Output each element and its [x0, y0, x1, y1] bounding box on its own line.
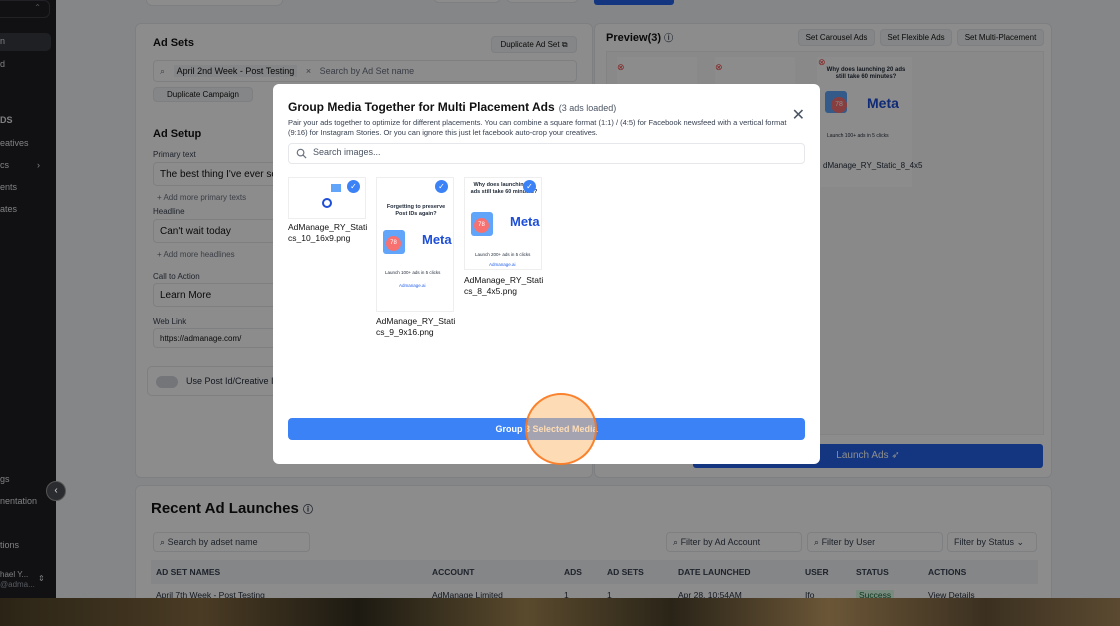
search-icon	[296, 148, 307, 159]
meta-logo: Meta	[422, 232, 452, 247]
close-icon[interactable]: ✕	[792, 108, 805, 124]
check-icon[interactable]: ✓	[435, 180, 448, 193]
media-filename-2: AdManage_RY_Statics_9_9x16.png	[376, 316, 456, 337]
modal-title-text: Group Media Together for Multi Placement…	[288, 100, 555, 114]
media-filename-1: AdManage_RY_Statics_10_16x9.png	[288, 222, 368, 243]
media-heading-2: Forgetting to preserve Post IDs again?	[386, 204, 446, 217]
check-icon[interactable]: ✓	[523, 180, 536, 193]
media-footer-3: Launch 200+ ads in 5 clicks	[475, 252, 531, 257]
folder-graphic	[331, 184, 341, 192]
check-icon[interactable]: ✓	[347, 180, 360, 193]
click-highlight	[525, 393, 597, 465]
background-photo	[0, 598, 1120, 626]
image-search-input[interactable]	[313, 147, 793, 157]
media-footer-2: Launch 100+ ads in 5 clicks	[385, 270, 441, 275]
image-search-field[interactable]	[288, 143, 805, 164]
app-window: ⌃ n d DS eatives cs › ents ates gs nenta…	[0, 0, 1120, 598]
badge-78: 78	[386, 236, 401, 251]
modal-description: Pair your ads together to optimize for d…	[288, 118, 787, 137]
meta-logo: Meta	[510, 214, 540, 229]
brand-label: Admanage.ai	[489, 262, 516, 267]
meta-logo-small	[322, 198, 332, 208]
media-thumb-2[interactable]: Forgetting to preserve Post IDs again? 7…	[376, 177, 454, 312]
ads-loaded-count: (3 ads loaded)	[558, 103, 617, 113]
brand-label: Admanage.ai	[399, 283, 426, 288]
badge-78: 78	[474, 218, 489, 233]
modal-title: Group Media Together for Multi Placement…	[288, 100, 616, 114]
media-filename-3: AdManage_RY_Statics_8_4x5.png	[464, 275, 544, 296]
collapse-sidebar-button[interactable]: ‹	[46, 481, 66, 501]
